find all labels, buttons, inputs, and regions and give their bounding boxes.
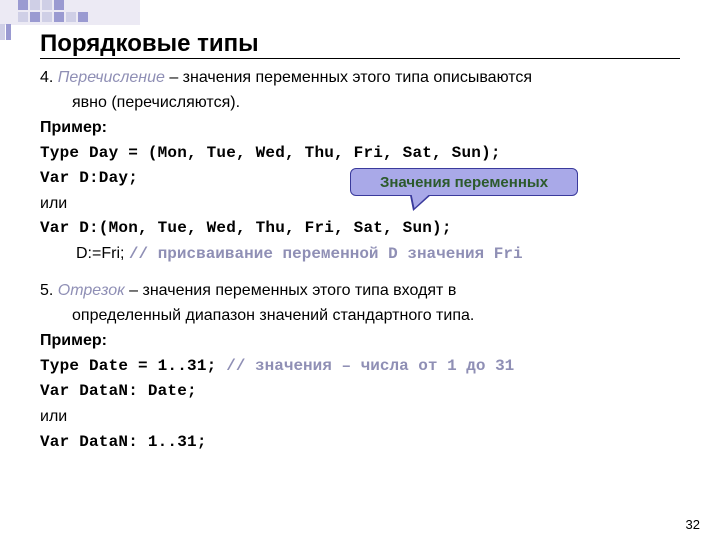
slide-body: 4. Перечисление – значения переменных эт… <box>40 66 680 456</box>
section-4-line1: 4. Перечисление – значения переменных эт… <box>40 66 680 89</box>
code5-line2: Var DataN: Date; <box>40 380 680 403</box>
code5-line1: Type Date = 1..31; // значения – числа о… <box>40 354 680 378</box>
page-number: 32 <box>686 517 700 532</box>
code4-line1: Type Day = (Mon, Tue, Wed, Thu, Fri, Sat… <box>40 142 680 165</box>
section-5-term: Отрезок <box>58 282 125 299</box>
code4-assign-comment: // присваивание переменной D значения Fr… <box>129 245 523 263</box>
section-4-line2: явно (перечисляются). <box>40 91 680 114</box>
example-label-2: Пример: <box>40 329 680 352</box>
callout-text: Значения переменных <box>380 174 548 191</box>
section-5-number: 5. <box>40 282 58 299</box>
section-5-def-part1: – значения переменных этого типа входят … <box>125 282 457 299</box>
section-4-number: 4. <box>40 69 58 86</box>
code4-assign-lhs: D:=Fri; <box>76 245 129 262</box>
code4-assign: D:=Fri; // присваивание переменной D зна… <box>40 242 680 266</box>
section-4-term: Перечисление <box>58 69 165 86</box>
section-5-line2: определенный диапазон значений стандартн… <box>40 304 680 327</box>
code4-line3: Var D:(Mon, Tue, Wed, Thu, Fri, Sat, Sun… <box>40 217 680 240</box>
callout-box: Значения переменных <box>350 168 578 196</box>
example-label-1: Пример: <box>40 116 680 139</box>
code5-line3: Var DataN: 1..31; <box>40 431 680 454</box>
code5-line1-code: Type Date = 1..31; <box>40 357 226 375</box>
section-5-line1: 5. Отрезок – значения переменных этого т… <box>40 279 680 302</box>
slide-title: Порядковые типы <box>40 30 259 58</box>
title-underline <box>40 58 680 59</box>
code5-or: или <box>40 405 680 428</box>
code5-line1-comment: // значения – числа от 1 до 31 <box>226 357 514 375</box>
section-4-def-part1: – значения переменных этого типа описыва… <box>165 69 532 86</box>
